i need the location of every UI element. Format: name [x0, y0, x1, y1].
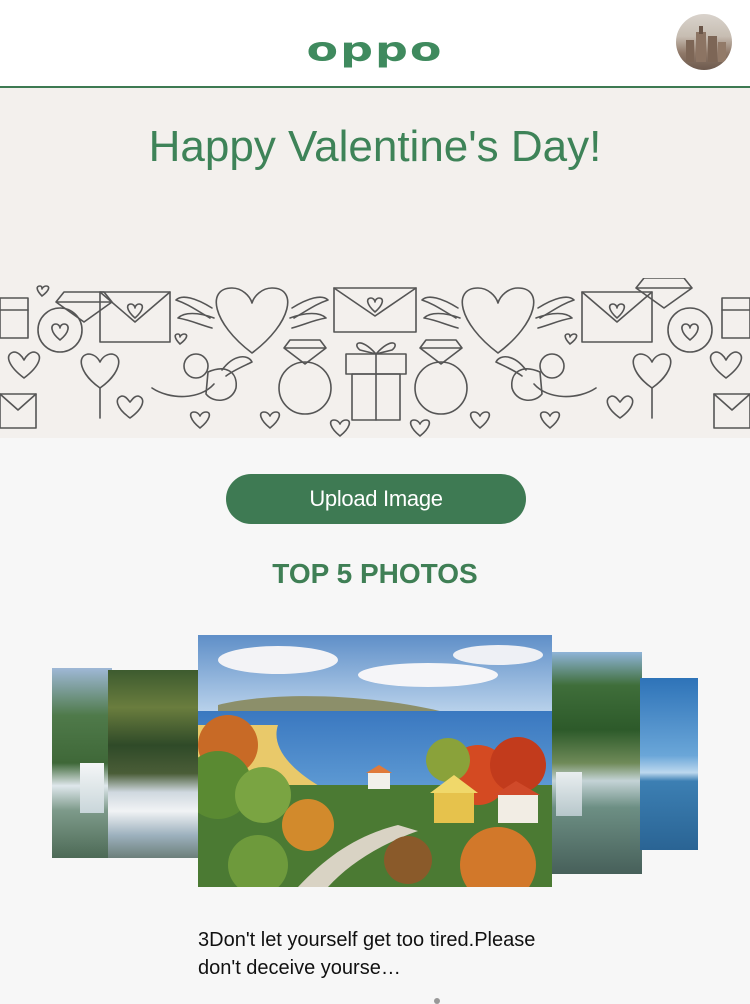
heart-icon	[539, 411, 561, 429]
oppo-logo[interactable]: oppo	[0, 30, 750, 69]
photo-card-waterfall[interactable]	[52, 668, 112, 858]
diamond-icon	[283, 339, 327, 365]
cupid-icon	[151, 353, 253, 401]
speech-bubble-icon	[37, 307, 83, 353]
gift-box-icon	[345, 342, 407, 421]
top-photos-title: TOP 5 PHOTOS	[272, 558, 478, 589]
banner-title: Happy Valentine's Day!	[148, 122, 602, 171]
heart-icon	[189, 411, 211, 429]
heart-icon	[606, 395, 634, 419]
heart-icon	[36, 285, 50, 297]
user-avatar[interactable]	[676, 14, 732, 70]
winged-heart-icon	[421, 287, 575, 354]
waterfall-shape	[556, 772, 582, 816]
heart-icon	[469, 411, 491, 429]
app-header: oppo	[0, 0, 750, 88]
winged-heart-icon	[175, 287, 329, 354]
heart-balloon-icon	[80, 353, 120, 419]
heart-icon	[116, 395, 144, 419]
diamond-icon	[635, 278, 693, 309]
love-letter-icon	[333, 287, 417, 333]
love-letter-icon	[0, 393, 37, 429]
speech-bubble-icon	[667, 307, 713, 353]
love-letter-icon	[713, 393, 750, 429]
heart-balloon-icon	[632, 353, 672, 419]
photo-card-featured[interactable]	[198, 635, 552, 887]
valentine-banner: Happy Valentine's Day!	[0, 88, 750, 438]
photo-card-waterfall-cliff[interactable]	[550, 652, 642, 874]
heart-icon	[7, 351, 41, 379]
diamond-icon	[55, 291, 113, 323]
photo-caption: 3Don't let yourself get too tired.Please…	[198, 929, 536, 979]
diamond-icon	[419, 339, 463, 365]
love-letter-icon	[581, 291, 653, 343]
ring-icon	[414, 361, 468, 415]
upload-image-button[interactable]: Upload Image	[226, 474, 526, 524]
heart-icon	[709, 351, 743, 379]
heart-icon	[174, 333, 188, 345]
ring-icon	[278, 361, 332, 415]
heart-icon	[564, 333, 578, 345]
photo-card-ocean[interactable]	[640, 678, 698, 850]
calendar-icon	[721, 297, 750, 339]
heart-icon	[329, 419, 351, 437]
waterfall-shape	[80, 763, 104, 813]
calendar-icon	[0, 297, 29, 339]
valentine-doodle-pattern	[0, 278, 750, 437]
scroll-indicator	[434, 998, 440, 1004]
heart-icon	[259, 411, 281, 429]
photo-card-river-rapids[interactable]	[108, 670, 200, 858]
cupid-icon	[495, 353, 597, 401]
heart-icon	[409, 419, 431, 437]
